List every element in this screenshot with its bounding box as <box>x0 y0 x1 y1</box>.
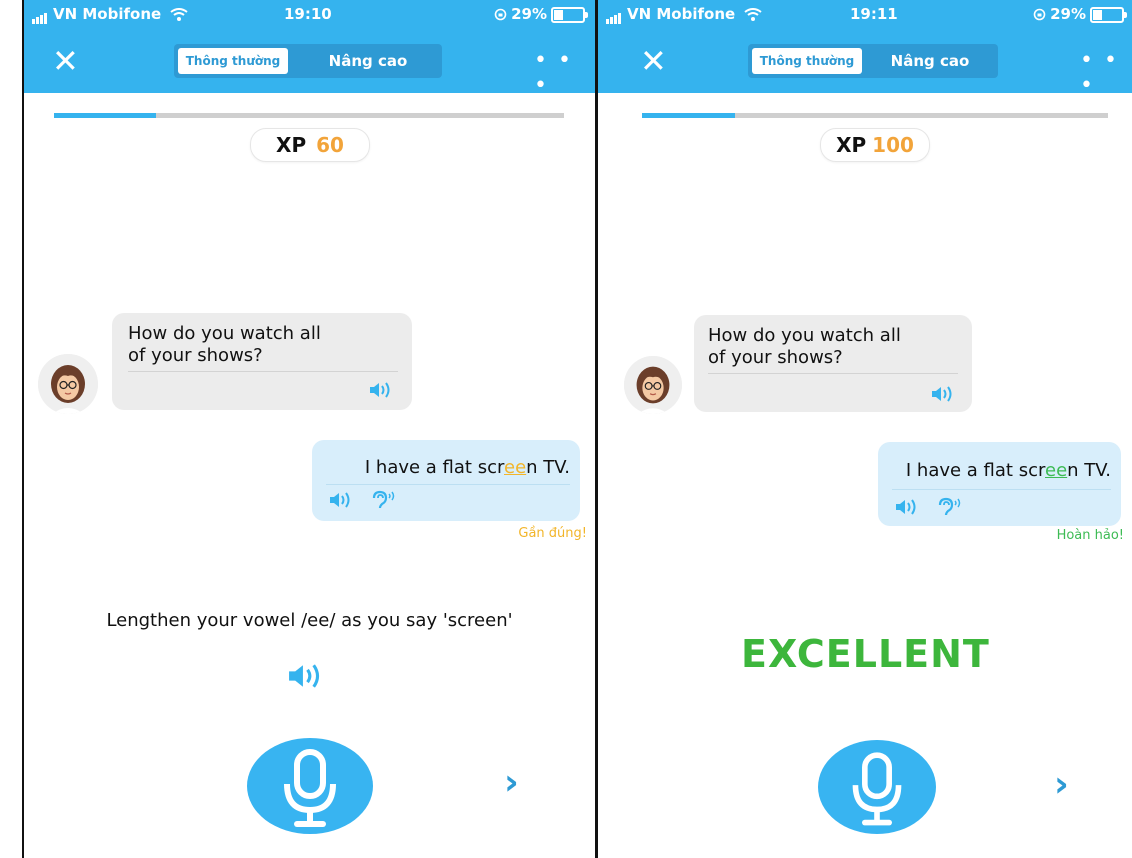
top-bar: VN Mobifone 19:11 29% ✕ Thông thường Nân… <box>598 0 1132 98</box>
speaker-icon[interactable] <box>368 381 394 403</box>
battery-status: 29% <box>494 5 588 23</box>
battery-status: 29% <box>1033 5 1127 23</box>
speaker-icon[interactable] <box>328 491 354 513</box>
carrier: VN Mobifone <box>32 5 189 24</box>
progress-fill <box>54 113 156 118</box>
pronunciation-tip: Lengthen your vowel /ee/ as you say 'scr… <box>106 610 513 631</box>
screen-right: VN Mobifone 19:11 29% ✕ Thông thường Nân… <box>596 0 1132 858</box>
clock: 19:10 <box>284 5 332 23</box>
tutor-avatar-icon <box>624 356 682 414</box>
speaker-icon[interactable] <box>286 662 326 694</box>
speaker-icon[interactable] <box>894 498 920 520</box>
divider <box>892 489 1111 490</box>
xp-label: XP <box>836 133 867 157</box>
rotation-lock-icon <box>1033 8 1046 21</box>
avatar <box>624 356 682 414</box>
question-text: How do you watch all of your shows? <box>708 325 901 368</box>
answer-bubble: I have a flat screen TV. <box>312 440 580 521</box>
question-bubble: How do you watch all of your shows? <box>112 313 412 410</box>
battery-icon <box>1090 6 1127 23</box>
screen-left: VN Mobifone 19:10 29% ✕ Thông thường Nân… <box>22 0 597 858</box>
xp-label: XP <box>276 133 307 157</box>
tutor-avatar-icon <box>38 354 98 414</box>
signal-icon <box>606 6 622 24</box>
next-button[interactable]: › <box>504 762 519 803</box>
xp-value: 100 <box>872 133 914 157</box>
wifi-icon <box>744 8 763 21</box>
highlighted-sound: ee <box>504 457 527 478</box>
progress-bar <box>54 113 564 118</box>
xp-value: 60 <box>316 133 344 157</box>
mode-switch: Thông thường Nâng cao <box>748 44 998 78</box>
next-button[interactable]: › <box>1054 764 1069 805</box>
battery-icon <box>551 6 588 23</box>
mode-switch: Thông thường Nâng cao <box>174 44 442 78</box>
divider <box>128 371 398 372</box>
speaker-icon[interactable] <box>930 385 956 407</box>
xp-badge: XP 60 <box>250 128 370 162</box>
tab-advanced[interactable]: Nâng cao <box>298 48 438 74</box>
question-bubble: How do you watch all of your shows? <box>694 315 972 412</box>
tab-normal[interactable]: Thông thường <box>178 48 288 74</box>
feedback-label: Gần đúng! <box>518 526 587 541</box>
feedback-label: Hoàn hảo! <box>1056 528 1124 543</box>
excellent-banner: EXCELLENT <box>741 632 990 676</box>
more-options-icon[interactable]: • • • <box>1080 48 1132 98</box>
answer-text: I have a flat screen TV. <box>364 457 570 478</box>
close-button[interactable]: ✕ <box>52 45 79 77</box>
clock: 19:11 <box>850 5 898 23</box>
signal-icon <box>32 6 48 24</box>
divider <box>708 373 958 374</box>
tab-normal[interactable]: Thông thường <box>752 48 862 74</box>
divider <box>326 484 570 485</box>
progress-fill <box>642 113 736 118</box>
ear-icon[interactable] <box>936 497 964 521</box>
avatar <box>38 354 98 414</box>
highlighted-sound: ee <box>1045 460 1068 481</box>
xp-badge: XP 100 <box>820 128 930 162</box>
microphone-button[interactable] <box>247 738 373 834</box>
top-bar: VN Mobifone 19:10 29% ✕ Thông thường Nân… <box>24 0 595 98</box>
microphone-icon <box>852 752 902 826</box>
more-options-icon[interactable]: • • • <box>534 48 595 98</box>
question-text: How do you watch all of your shows? <box>128 323 321 366</box>
microphone-icon <box>284 749 336 827</box>
close-button[interactable]: ✕ <box>640 45 667 77</box>
microphone-button[interactable] <box>818 740 936 834</box>
progress-bar <box>642 113 1108 118</box>
carrier: VN Mobifone <box>606 5 763 24</box>
tab-advanced[interactable]: Nâng cao <box>866 48 994 74</box>
wifi-icon <box>170 8 189 21</box>
status-bar: VN Mobifone 19:10 29% <box>24 0 595 30</box>
rotation-lock-icon <box>494 8 507 21</box>
status-bar: VN Mobifone 19:11 29% <box>598 0 1132 30</box>
answer-text: I have a flat screen TV. <box>905 460 1111 481</box>
ear-icon[interactable] <box>370 490 398 514</box>
answer-bubble: I have a flat screen TV. <box>878 442 1121 526</box>
